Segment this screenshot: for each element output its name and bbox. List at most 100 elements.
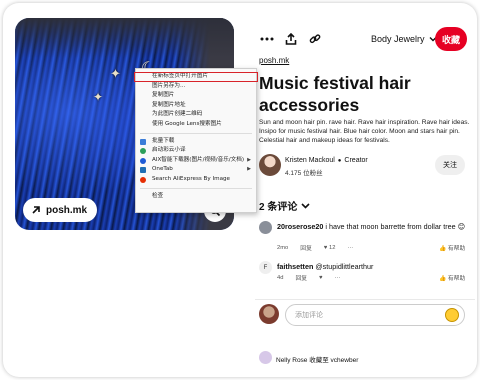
board-dropdown[interactable]: Body Jewelry <box>371 34 437 44</box>
onetab-icon <box>140 167 146 174</box>
browser-context-menu: 在新标签页中打开图片 图片另存为... 复制图片 复制图片地址 为此图片创建二维… <box>134 68 258 213</box>
share-button[interactable] <box>283 31 299 47</box>
comment-more-icon[interactable]: ··· <box>347 245 353 251</box>
comment-text: i have that moon barrette from dollar tr… <box>325 222 456 231</box>
board-name: Body Jewelry <box>371 34 425 44</box>
comment-reply[interactable]: 回复 <box>295 273 307 282</box>
image-source-link[interactable]: posh.mk <box>23 198 98 222</box>
commenter-avatar[interactable] <box>259 221 272 234</box>
ctx-item-label: 在新标签页中打开图片 <box>152 73 208 79</box>
saved-by-text[interactable]: Nelly Rose 收藏至 vchewber <box>276 354 358 364</box>
ctx-item-label: 为此图片创建二维码 <box>152 111 203 118</box>
pin-title: Music festival hair accessories <box>259 73 411 115</box>
ctx-batch-download[interactable]: 批量下载 <box>136 137 256 147</box>
comment-item: F faithsetten @stupidlittlearthur 4d 回复 … <box>259 261 471 291</box>
follow-button[interactable]: 关注 <box>435 155 465 175</box>
ctx-item-label: AIX智能下载器(图片/视频/音乐/文档) <box>152 156 245 163</box>
ellipsis-icon <box>260 37 274 41</box>
ctx-item-label: OneTab <box>152 166 173 173</box>
link-icon <box>309 34 321 44</box>
ctx-item-label: 使用 Google Lens搜索图片 <box>152 120 222 127</box>
creator-badge: Creator <box>344 157 368 164</box>
comment-meta: 2mo 回复 ♥ 12 ··· 👍 有帮助 <box>277 243 465 253</box>
share-icon <box>285 33 297 45</box>
ctx-item-label: 启动彩云小译 <box>152 147 186 154</box>
ctx-onetab[interactable]: OneTab ▶ <box>136 165 256 175</box>
aliexpress-icon <box>140 176 146 183</box>
pin-description: Sun and moon hair pin. rave hair. Rave h… <box>259 119 470 144</box>
ctx-create-qr-code[interactable]: 为此图片创建二维码 <box>136 110 256 120</box>
divider <box>255 299 475 300</box>
comment-text: @stupidlittlearthur <box>315 262 374 271</box>
ctx-item-label: Search AliExpress By Image <box>152 175 230 182</box>
comment-emoji: 😊 <box>457 222 466 231</box>
ctx-item-label: 批量下载 <box>152 137 175 144</box>
ctx-open-image-new-tab[interactable]: 在新标签页中打开图片 <box>134 72 258 82</box>
ctx-copy-image[interactable]: 复制图片 <box>136 91 256 101</box>
image-shadow-top <box>15 18 234 58</box>
comment-age: 4d <box>277 274 284 281</box>
like-count: 12 <box>328 244 336 251</box>
chevron-down-icon <box>301 202 310 209</box>
creator-name-row[interactable]: Kristen Mackoul ● Creator <box>285 157 368 164</box>
thumbs-up-icon: 👍 <box>439 246 447 252</box>
comment-input[interactable]: 添加评论 <box>285 304 465 326</box>
comment-age: 2mo <box>277 244 289 251</box>
caiyun-icon <box>140 148 146 155</box>
ctx-copy-image-address[interactable]: 复制图片地址 <box>136 101 256 111</box>
ctx-separator <box>140 132 252 134</box>
heart-icon: ♥ <box>319 274 323 281</box>
comment-placeholder: 添加评论 <box>295 312 323 319</box>
heart-icon: ♥ <box>323 244 328 251</box>
ctx-inspect[interactable]: 检查 <box>136 192 256 202</box>
helpful-label: 有帮助 <box>447 246 466 252</box>
helpful-label: 有帮助 <box>447 276 466 282</box>
ctx-item-label: 复制图片地址 <box>152 101 186 108</box>
star-hairpin-icon: ✦ <box>93 90 104 104</box>
emoji-picker-icon[interactable] <box>445 308 459 322</box>
arrow-up-right-icon <box>32 206 40 214</box>
creator-name: Kristen Mackoul <box>285 157 335 164</box>
star-hairpin-icon: ✦ <box>110 66 121 81</box>
comment-more-icon[interactable]: ··· <box>335 275 341 281</box>
copy-link-button[interactable] <box>307 31 323 47</box>
pin-toolbar: Body Jewelry 收藏 <box>257 25 473 53</box>
pin-closeup-card: ✦ ☾ ✦ posh.mk 在新标签页中打开图片 图片另存为... 复制图片 复… <box>3 3 477 377</box>
comment-like-button[interactable]: ♥ 12 <box>324 245 336 251</box>
creator-followers: 4.175 位粉丝 <box>285 170 323 177</box>
comment-helpful-button[interactable]: 👍 有帮助 <box>439 273 465 282</box>
ctx-google-lens-search[interactable]: 使用 Google Lens搜索图片 <box>136 120 256 130</box>
ctx-aliexpress-search[interactable]: Search AliExpress By Image <box>136 175 256 185</box>
comment-text-block: faithsetten @stupidlittlearthur <box>277 262 469 271</box>
more-options-button[interactable] <box>259 31 275 47</box>
ctx-item-label: 图片另存为... <box>152 82 186 89</box>
ctx-caiyun-translate[interactable]: 启动彩云小译 <box>136 146 256 156</box>
comment-helpful-button[interactable]: 👍 有帮助 <box>439 243 465 252</box>
ctx-separator <box>140 187 252 189</box>
submenu-arrow-icon: ▶ <box>247 166 251 173</box>
comment-meta: 4d 回复 ♥ ··· 👍 有帮助 <box>277 273 465 283</box>
ctx-aix-downloader[interactable]: AIX智能下载器(图片/视频/音乐/文档) ▶ <box>136 156 256 166</box>
save-button[interactable]: 收藏 <box>435 27 467 51</box>
download-extension-icon <box>140 138 146 145</box>
comment-reply[interactable]: 回复 <box>300 243 312 252</box>
submenu-arrow-icon: ▶ <box>247 156 251 163</box>
image-source-label: posh.mk <box>46 204 88 216</box>
creator-badge-icon: ● <box>337 157 342 164</box>
comment-text-block: 20roserose20 i have that moon barrette f… <box>277 222 469 231</box>
comment-like-button[interactable]: ♥ <box>319 275 322 281</box>
pin-domain-link[interactable]: posh.mk <box>259 56 289 65</box>
saved-by-avatar[interactable] <box>259 351 272 364</box>
ctx-item-label: 复制图片 <box>152 92 175 99</box>
creator-avatar[interactable] <box>259 154 281 176</box>
thumbs-up-icon: 👍 <box>439 276 447 282</box>
ctx-item-label: 检查 <box>152 192 164 199</box>
comments-toggle[interactable]: 2 条评论 <box>259 198 310 213</box>
ctx-save-image-as[interactable]: 图片另存为... <box>136 82 256 92</box>
comment-user[interactable]: faithsetten <box>277 262 313 271</box>
aix-downloader-icon <box>140 157 146 164</box>
comments-heading: 2 条评论 <box>259 202 298 213</box>
commenter-avatar[interactable]: F <box>259 261 272 274</box>
my-avatar[interactable] <box>259 304 279 324</box>
comment-user[interactable]: 20roserose20 <box>277 222 323 231</box>
